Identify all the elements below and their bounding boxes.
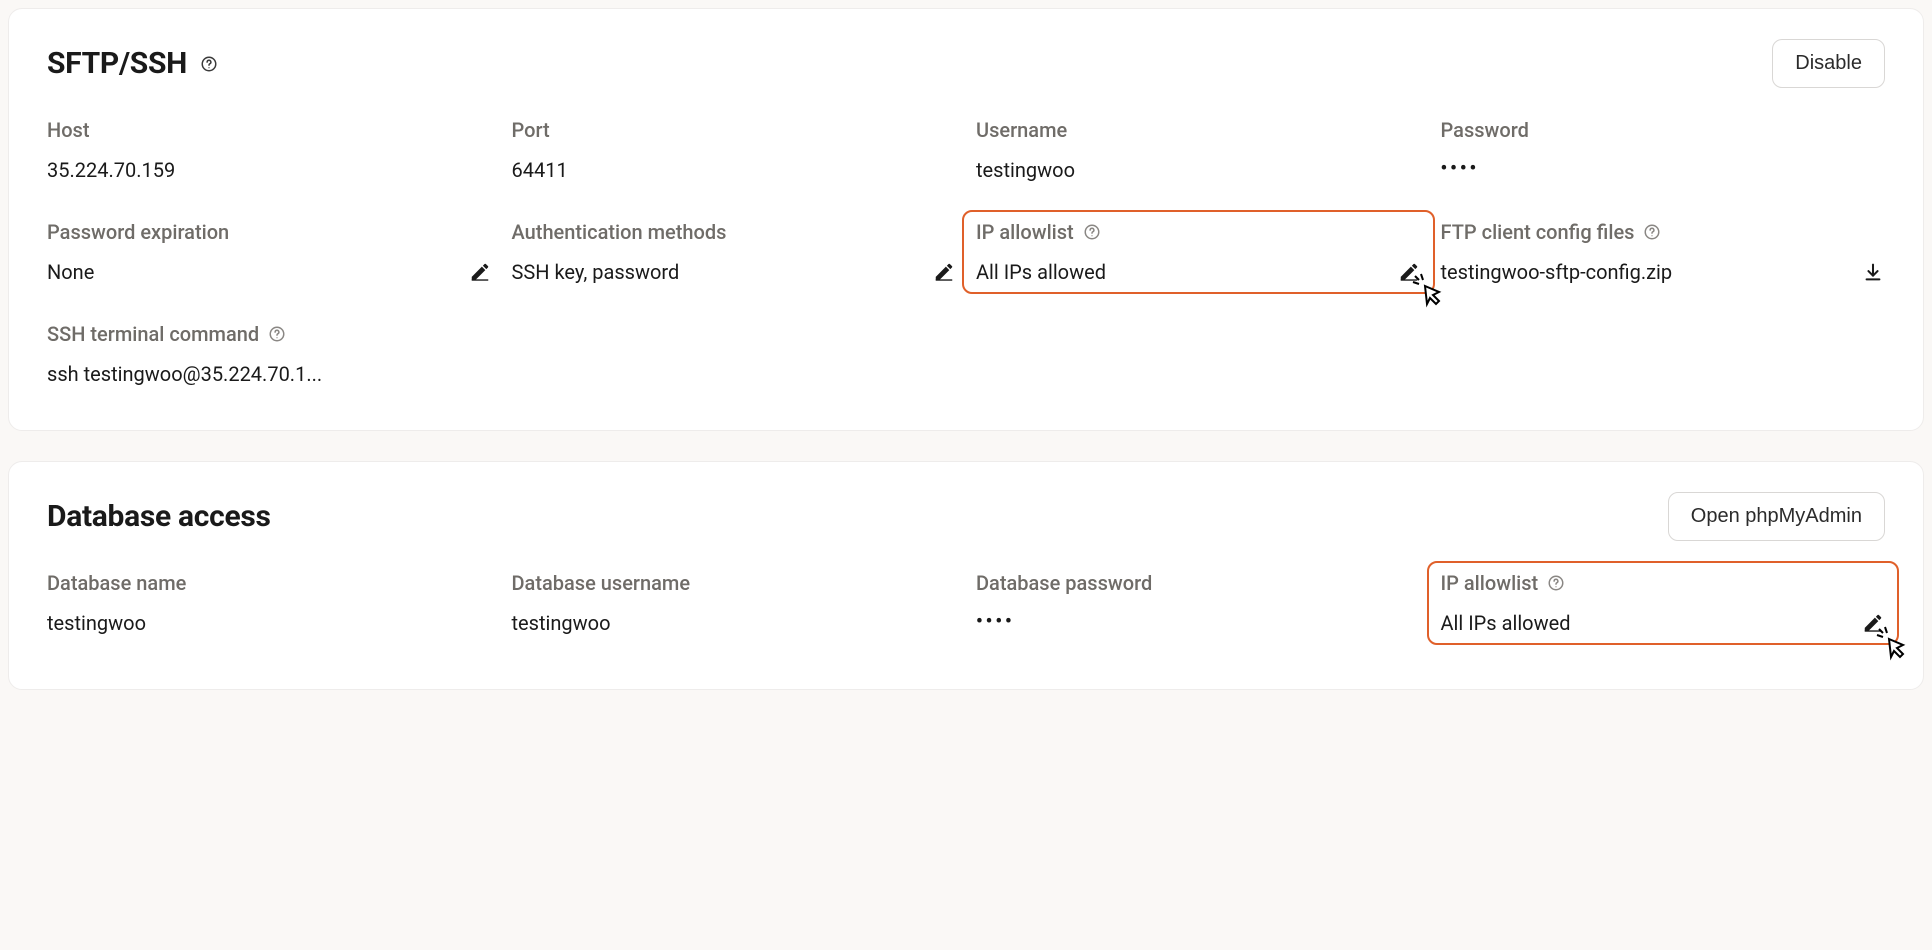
edit-icon[interactable] <box>468 260 492 284</box>
ssh-command-label: SSH terminal command <box>47 322 259 346</box>
host-value: 35.224.70.159 <box>47 158 175 182</box>
db-password-field: Database password •••• <box>976 567 1421 639</box>
ftp-config-value: testingwoo-sftp-config.zip <box>1441 260 1673 284</box>
edit-icon[interactable] <box>932 260 956 284</box>
auth-methods-field: Authentication methods SSH key, password <box>512 216 957 288</box>
open-phpmyadmin-button[interactable]: Open phpMyAdmin <box>1668 492 1885 541</box>
help-icon[interactable] <box>199 54 219 74</box>
port-field: Port 64411 <box>512 114 957 186</box>
password-expiration-value: None <box>47 260 94 284</box>
ssh-command-value: ssh testingwoo@35.224.70.1... <box>47 362 322 386</box>
port-label: Port <box>512 118 957 142</box>
username-label: Username <box>976 118 1421 142</box>
disable-button[interactable]: Disable <box>1772 39 1885 88</box>
sftp-ssh-card: SFTP/SSH Disable Host 35.224.70.159 Port… <box>8 8 1924 431</box>
db-name-label: Database name <box>47 571 492 595</box>
auth-methods-value: SSH key, password <box>512 260 680 284</box>
ip-allowlist-label: IP allowlist <box>976 220 1074 244</box>
host-field: Host 35.224.70.159 <box>47 114 492 186</box>
port-value: 64411 <box>512 158 568 182</box>
db-name-value: testingwoo <box>47 611 146 635</box>
db-ip-allowlist-label: IP allowlist <box>1441 571 1539 595</box>
ftp-config-label: FTP client config files <box>1441 220 1635 244</box>
database-access-title: Database access <box>47 499 271 534</box>
db-password-label: Database password <box>976 571 1421 595</box>
host-label: Host <box>47 118 492 142</box>
db-username-value: testingwoo <box>512 611 611 635</box>
help-icon[interactable] <box>1082 222 1102 242</box>
help-icon[interactable] <box>267 324 287 344</box>
password-expiration-field: Password expiration None <box>47 216 492 288</box>
db-ip-allowlist-field: IP allowlist All IPs allowed <box>1441 567 1886 639</box>
username-field: Username testingwoo <box>976 114 1421 186</box>
ssh-command-field: SSH terminal command ssh testingwoo@35.2… <box>47 318 492 390</box>
password-expiration-label: Password expiration <box>47 220 492 244</box>
ip-allowlist-field: IP allowlist All IPs allowed <box>976 216 1421 288</box>
edit-icon[interactable] <box>1861 611 1885 635</box>
ftp-config-field: FTP client config files testingwoo-sftp-… <box>1441 216 1886 288</box>
download-icon[interactable] <box>1861 260 1885 284</box>
password-value: •••• <box>1441 158 1480 179</box>
database-access-card: Database access Open phpMyAdmin Database… <box>8 461 1924 690</box>
db-name-field: Database name testingwoo <box>47 567 492 639</box>
help-icon[interactable] <box>1546 573 1566 593</box>
db-password-value: •••• <box>976 611 1015 632</box>
db-username-label: Database username <box>512 571 957 595</box>
password-label: Password <box>1441 118 1886 142</box>
db-username-field: Database username testingwoo <box>512 567 957 639</box>
username-value: testingwoo <box>976 158 1075 182</box>
auth-methods-label: Authentication methods <box>512 220 957 244</box>
edit-icon[interactable] <box>1397 260 1421 284</box>
help-icon[interactable] <box>1642 222 1662 242</box>
db-ip-allowlist-value: All IPs allowed <box>1441 611 1571 635</box>
ip-allowlist-value: All IPs allowed <box>976 260 1106 284</box>
password-field: Password •••• <box>1441 114 1886 186</box>
sftp-ssh-title: SFTP/SSH <box>47 46 187 81</box>
